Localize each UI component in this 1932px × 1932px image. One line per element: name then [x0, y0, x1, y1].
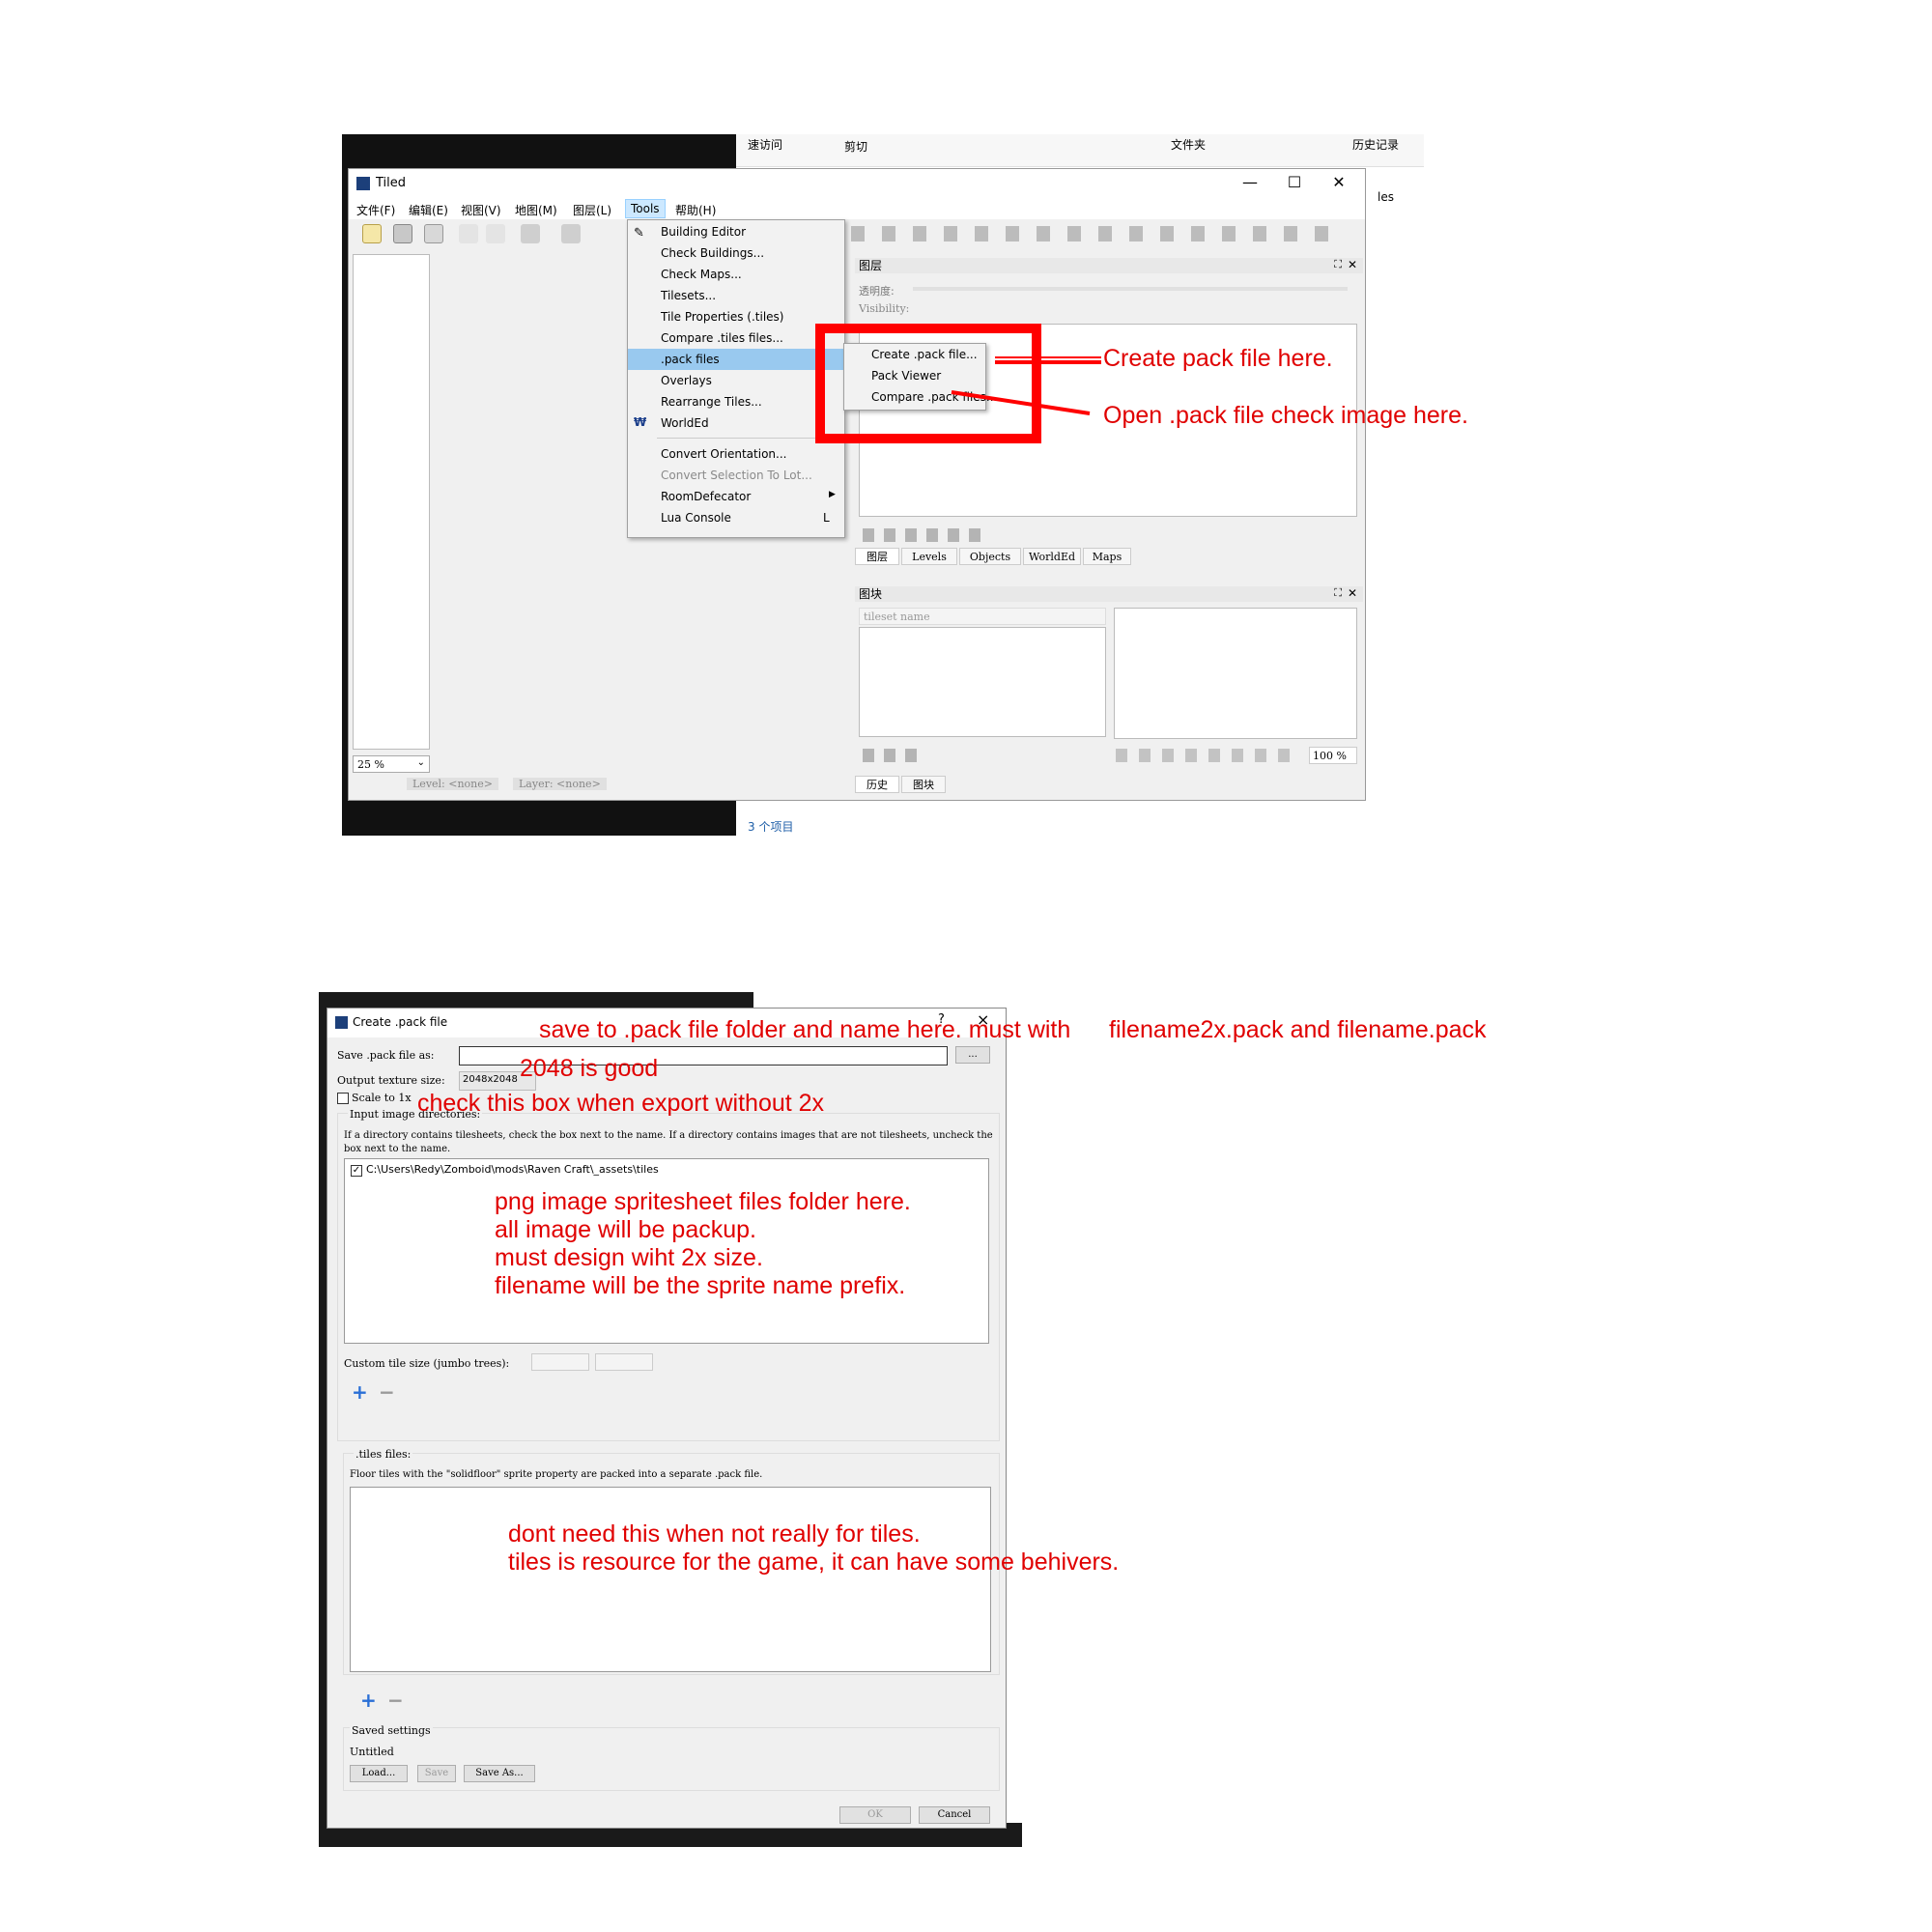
- add-icon[interactable]: +: [360, 1689, 377, 1712]
- annotation-tiles-line: tiles is resource for the game, it can h…: [508, 1548, 1120, 1576]
- annotation-filenames: filename2x.pack and filename.pack: [1109, 1016, 1487, 1043]
- annotation-tiles-line: dont need this when not really for tiles…: [508, 1520, 921, 1548]
- save-label: Save .pack file as:: [337, 1049, 435, 1062]
- dialog-title: Create .pack file: [353, 1015, 448, 1029]
- annotation-png-line: filename will be the sprite name prefix.: [495, 1272, 906, 1299]
- browse-button[interactable]: ...: [955, 1046, 990, 1064]
- tile-width-spinbox[interactable]: [531, 1353, 589, 1371]
- annotation-tiles: dont need this when not really for tiles…: [508, 1520, 1119, 1577]
- save-settings-button[interactable]: Save: [417, 1765, 456, 1782]
- annotation-size-good: 2048 is good: [520, 1055, 659, 1082]
- remove-icon[interactable]: −: [379, 1380, 395, 1404]
- input-dirs-help: If a directory contains tilesheets, chec…: [344, 1130, 993, 1154]
- load-button[interactable]: Load...: [350, 1765, 408, 1782]
- add-icon[interactable]: +: [352, 1380, 368, 1404]
- custom-tile-label: Custom tile size (jumbo trees):: [344, 1357, 510, 1370]
- annotation-check-box: check this box when export without 2x: [417, 1090, 825, 1117]
- tiles-files-label: .tiles files:: [354, 1448, 413, 1461]
- scale-label: Scale to 1x: [352, 1092, 412, 1104]
- cancel-button[interactable]: Cancel: [919, 1806, 990, 1824]
- annotation-png-line: all image will be packup.: [495, 1216, 756, 1243]
- tiles-files-help: Floor tiles with the "solidfloor" sprite…: [350, 1469, 763, 1480]
- saved-settings-value: Untitled: [350, 1746, 394, 1758]
- annotation-png: png image spritesheet files folder here.…: [495, 1188, 911, 1300]
- tiles-files-list[interactable]: [350, 1487, 991, 1672]
- tiled-logo-icon: [335, 1016, 348, 1029]
- dir-checkbox[interactable]: ✓: [351, 1165, 362, 1177]
- create-pack-dialog: Create .pack file ? × Save .pack file as…: [327, 1008, 1007, 1829]
- dir-entry[interactable]: C:\Users\Redy\Zomboid\mods\Raven Craft\_…: [366, 1163, 659, 1176]
- saved-settings-group: Saved settings Untitled Load... Save Sav…: [343, 1724, 1000, 1791]
- annotation-png-line: png image spritesheet files folder here.: [495, 1188, 911, 1215]
- saved-settings-label: Saved settings: [350, 1724, 433, 1737]
- bottom-screenshot: Create .pack file ? × Save .pack file as…: [319, 992, 1022, 1847]
- tile-height-spinbox[interactable]: [595, 1353, 653, 1371]
- annotation-open-pack: Open .pack file check image here.: [1103, 402, 1468, 429]
- save-as-button[interactable]: Save As...: [464, 1765, 535, 1782]
- annotation-save-to: save to .pack file folder and name here.…: [539, 1016, 1071, 1043]
- annotation-create-pack: Create pack file here.: [1103, 345, 1333, 372]
- annotation-png-line: must design wiht 2x size.: [495, 1244, 763, 1271]
- remove-icon[interactable]: −: [387, 1689, 404, 1712]
- ok-button[interactable]: OK: [839, 1806, 911, 1824]
- texture-size-label: Output texture size:: [337, 1074, 445, 1087]
- scale-checkbox[interactable]: [337, 1093, 349, 1104]
